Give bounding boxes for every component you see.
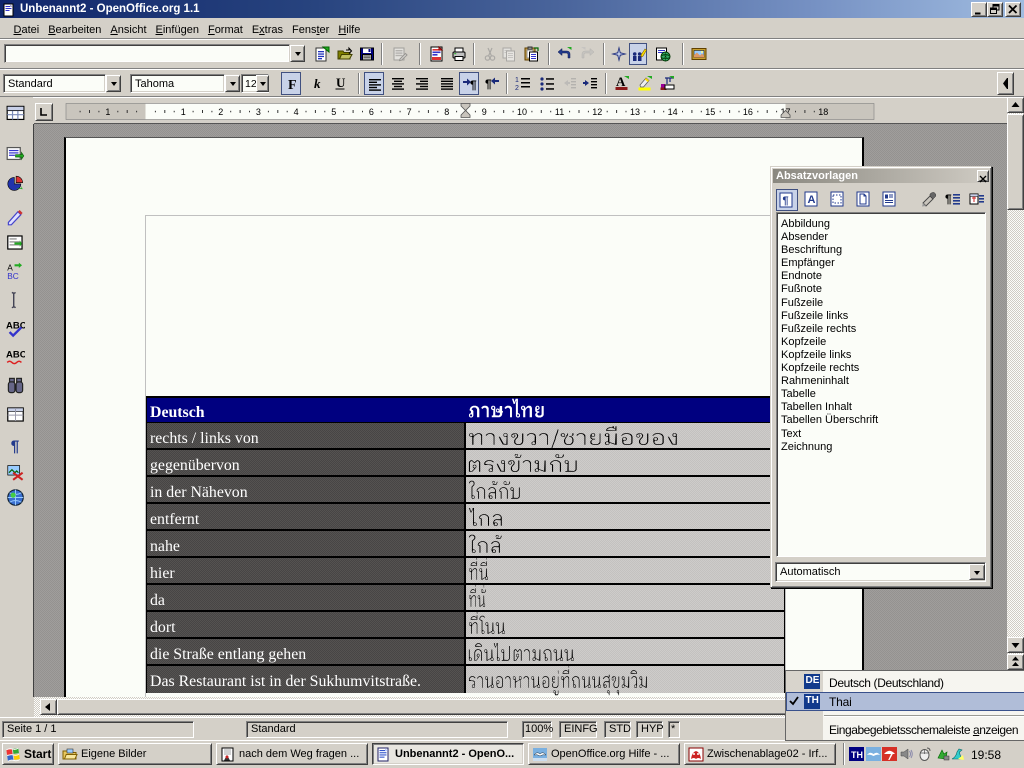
svg-text:A: A <box>808 194 816 206</box>
svg-text:¶: ¶ <box>945 192 952 206</box>
svg-text:TH: TH <box>851 750 863 760</box>
svg-text:¶: ¶ <box>783 195 789 207</box>
